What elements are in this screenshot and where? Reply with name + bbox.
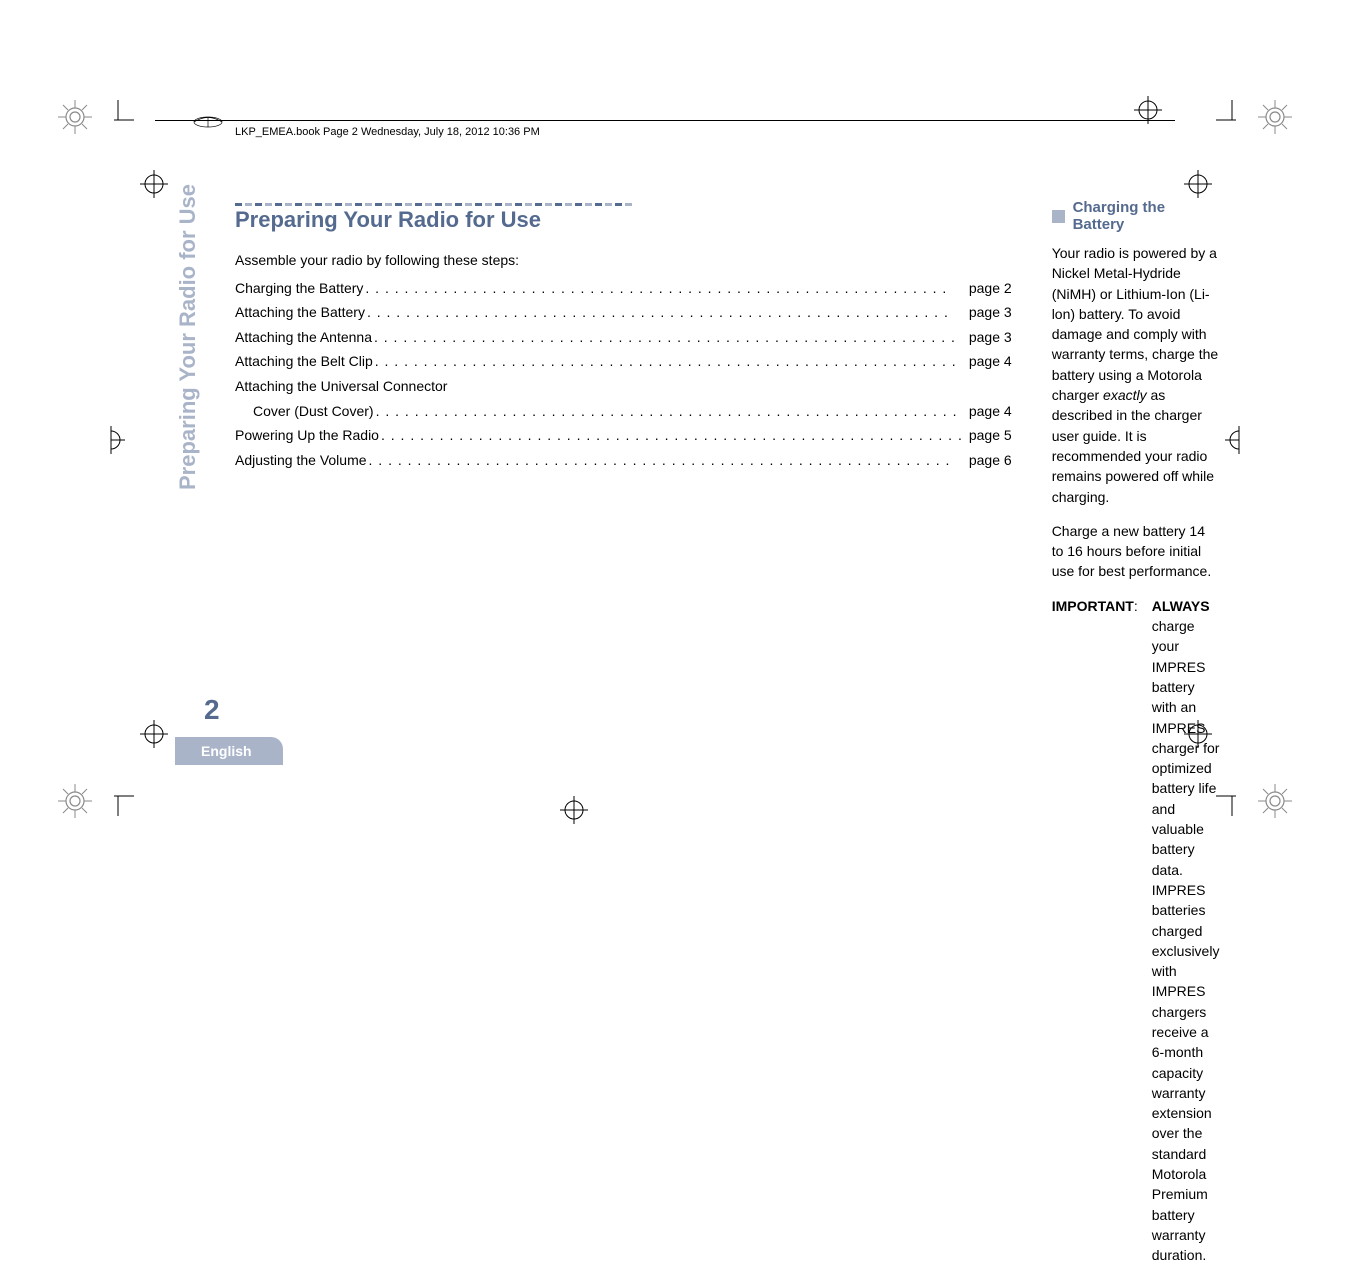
crop-mark-icon bbox=[1216, 784, 1248, 816]
crop-mark-icon bbox=[102, 784, 134, 816]
toc-row: Charging the Battery. . . . . . . . . . … bbox=[235, 279, 1012, 299]
crop-mark-icon bbox=[102, 100, 134, 132]
page-number: 2 bbox=[204, 694, 220, 726]
toc-label: Cover (Dust Cover) bbox=[235, 402, 374, 422]
important-always: ALWAYS bbox=[1152, 598, 1210, 614]
toc-page: page 2 bbox=[965, 279, 1012, 299]
drill-mark-icon bbox=[58, 784, 92, 818]
important-text-cell: ALWAYS charge your IMPRES battery with a… bbox=[1138, 596, 1220, 1266]
toc-label: Attaching the Antenna bbox=[235, 328, 372, 348]
subheading-text: Charging the Battery bbox=[1073, 199, 1220, 233]
toc-label: Attaching the Universal Connector bbox=[235, 377, 447, 397]
toc-label: Adjusting the Volume bbox=[235, 451, 367, 471]
table-of-contents: Charging the Battery. . . . . . . . . . … bbox=[235, 279, 1012, 471]
toc-row: Attaching the Antenna. . . . . . . . . .… bbox=[235, 328, 1012, 348]
toc-leader-dots: . . . . . . . . . . . . . . . . . . . . … bbox=[379, 426, 965, 446]
important-block: IMPORTANT: ALWAYS charge your IMPRES bat… bbox=[1052, 596, 1220, 1266]
toc-row: Powering Up the Radio. . . . . . . . . .… bbox=[235, 426, 1012, 446]
header-rule bbox=[155, 120, 1175, 121]
toc-page: page 5 bbox=[965, 426, 1012, 446]
toc-row: Cover (Dust Cover). . . . . . . . . . . … bbox=[235, 402, 1012, 422]
important-body: charge your IMPRES battery with an IMPRE… bbox=[1152, 618, 1220, 1263]
chapter-title: Preparing Your Radio for Use bbox=[235, 207, 1012, 233]
toc-leader-dots: . . . . . . . . . . . . . . . . . . . . … bbox=[374, 402, 965, 422]
toc-page: page 3 bbox=[965, 328, 1012, 348]
page-body: Preparing Your Radio for Use Assemble yo… bbox=[235, 195, 1065, 1266]
registration-mark-icon bbox=[140, 170, 168, 198]
toc-leader-dots: . . . . . . . . . . . . . . . . . . . . … bbox=[363, 279, 964, 299]
toc-leader-dots: . . . . . . . . . . . . . . . . . . . . … bbox=[367, 451, 965, 471]
body-paragraph: Charge a new battery 14 to 16 hours befo… bbox=[1052, 521, 1220, 582]
registration-mark-icon bbox=[140, 720, 168, 748]
drill-mark-icon bbox=[58, 100, 92, 134]
body-paragraph: Your radio is powered by a Nickel Metal-… bbox=[1052, 243, 1220, 507]
toc-page: page 6 bbox=[965, 451, 1012, 471]
drill-mark-icon bbox=[1258, 100, 1292, 134]
toc-label: Attaching the Battery bbox=[235, 303, 365, 323]
right-column: Charging the Battery Your radio is power… bbox=[1052, 195, 1220, 1266]
registration-half-icon bbox=[97, 426, 125, 454]
crop-mark-icon bbox=[1216, 100, 1248, 132]
toc-leader-dots: . . . . . . . . . . . . . . . . . . . . … bbox=[372, 328, 965, 348]
toc-row: Attaching the Battery. . . . . . . . . .… bbox=[235, 303, 1012, 323]
toc-leader-dots: . . . . . . . . . . . . . . . . . . . . … bbox=[373, 352, 965, 372]
left-column: Preparing Your Radio for Use Assemble yo… bbox=[235, 195, 1012, 1266]
side-chapter-title: Preparing Your Radio for Use bbox=[175, 184, 201, 490]
toc-leader-dots: . . . . . . . . . . . . . . . . . . . . … bbox=[365, 303, 965, 323]
registration-mark-icon bbox=[1184, 170, 1212, 198]
subheading-row: Charging the Battery bbox=[1052, 199, 1220, 233]
toc-row: Adjusting the Volume . . . . . . . . . .… bbox=[235, 451, 1012, 471]
toc-label: Attaching the Belt Clip bbox=[235, 352, 373, 372]
toc-row: Attaching the Universal Connector bbox=[235, 377, 1012, 397]
toc-label: Powering Up the Radio bbox=[235, 426, 379, 446]
toc-page: page 4 bbox=[965, 352, 1012, 372]
book-icon bbox=[192, 115, 224, 132]
registration-half-icon bbox=[1225, 426, 1253, 454]
important-label-cell: IMPORTANT: bbox=[1052, 596, 1138, 1266]
drill-mark-icon bbox=[1258, 784, 1292, 818]
subheading-bullet-icon bbox=[1052, 210, 1065, 223]
intro-text: Assemble your radio by following these s… bbox=[235, 251, 1012, 271]
para1-post: as described in the charger user guide. … bbox=[1052, 387, 1214, 504]
toc-page: page 4 bbox=[965, 402, 1012, 422]
header-filename: LKP_EMEA.book Page 2 Wednesday, July 18,… bbox=[235, 126, 540, 138]
para1-emphasis: exactly bbox=[1103, 387, 1147, 403]
toc-page: page 3 bbox=[965, 303, 1012, 323]
para1-pre: Your radio is powered by a Nickel Metal-… bbox=[1052, 245, 1219, 403]
registration-mark-icon bbox=[1134, 96, 1162, 124]
section-divider bbox=[235, 195, 1012, 203]
important-label: IMPORTANT bbox=[1052, 598, 1134, 614]
toc-label: Charging the Battery bbox=[235, 279, 363, 299]
toc-row: Attaching the Belt Clip. . . . . . . . .… bbox=[235, 352, 1012, 372]
